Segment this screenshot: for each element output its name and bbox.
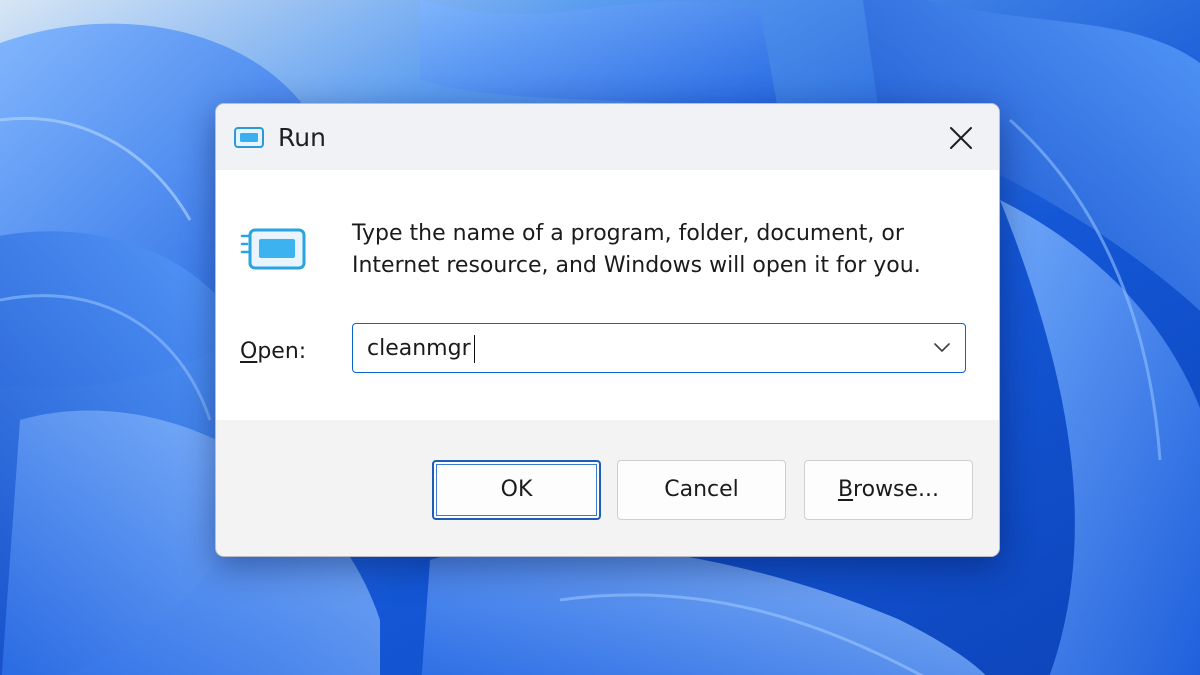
button-area: OK Cancel Browse...	[216, 420, 999, 556]
open-combobox[interactable]	[352, 323, 966, 373]
ok-button[interactable]: OK	[432, 460, 601, 520]
open-input[interactable]	[367, 332, 907, 364]
run-dialog: Run Type the name of a program, folder, …	[215, 103, 1000, 557]
window-title: Run	[278, 123, 326, 152]
run-icon	[234, 127, 264, 148]
close-button[interactable]	[941, 118, 981, 158]
dialog-description: Type the name of a program, folder, docu…	[352, 221, 921, 278]
open-label-text: pen:	[257, 339, 307, 364]
open-label-mnemonic: O	[240, 339, 258, 364]
desktop: Run Type the name of a program, folder, …	[0, 0, 1200, 675]
cancel-button[interactable]: Cancel	[617, 460, 786, 520]
browse-mnemonic: B	[837, 477, 854, 502]
run-icon	[240, 228, 306, 270]
title-bar[interactable]: Run	[216, 104, 999, 170]
open-dropdown-button[interactable]	[927, 333, 957, 363]
chevron-down-icon	[934, 343, 950, 352]
text-caret	[473, 335, 476, 363]
browse-button[interactable]: Browse...	[804, 460, 973, 520]
browse-label: rowse...	[853, 477, 940, 502]
content-area: Type the name of a program, folder, docu…	[216, 170, 999, 420]
open-label: Open:	[240, 334, 306, 370]
close-icon	[950, 127, 972, 149]
